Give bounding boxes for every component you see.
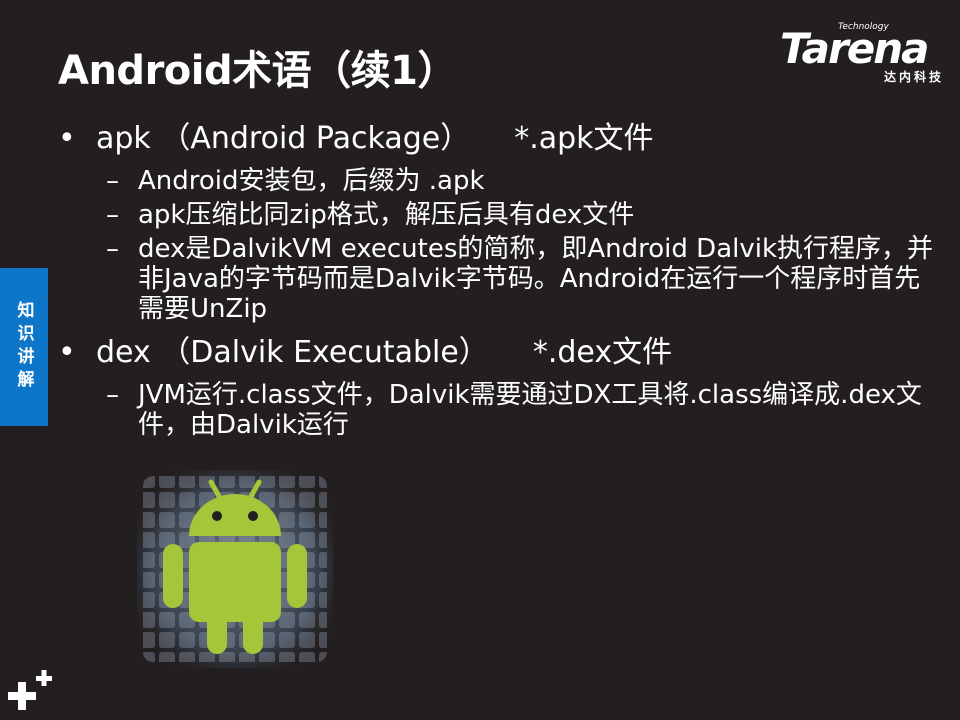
apk-sub-2: apk压缩比同zip格式，解压后具有dex文件	[138, 200, 635, 230]
bullet-apk-ext: *.apk文件	[514, 121, 654, 156]
slide: Android术语（续1） Technology Tarena 达内科技 知识讲…	[0, 0, 960, 720]
apk-sub-3: dex是DalvikVM executes的简称，即Android Dalvik…	[138, 234, 934, 324]
bullet-dex: • dex （Dalvik Executable） *.dex文件	[58, 332, 938, 374]
list-item: – JVM运行.class文件，Dalvik需要通过DX工具将.class编译成…	[58, 380, 938, 440]
dash-mark: –	[106, 166, 119, 196]
dex-sub-list: – JVM运行.class文件，Dalvik需要通过DX工具将.class编译成…	[58, 380, 938, 440]
dex-sub-1: JVM运行.class文件，Dalvik需要通过DX工具将.class编译成.d…	[138, 380, 922, 440]
logo-wordmark: Tarena	[780, 24, 929, 73]
dash-mark: –	[106, 234, 119, 264]
slide-title: Android术语（续1）	[58, 48, 457, 94]
side-tab-label: 知识讲解	[13, 301, 34, 393]
list-item: – Android安装包，后缀为 .apk	[58, 166, 938, 196]
apk-sub-list: – Android安装包，后缀为 .apk – apk压缩比同zip格式，解压后…	[58, 166, 938, 324]
bullet-apk-text: apk （Android Package）	[96, 121, 471, 156]
android-robot-icon	[137, 470, 333, 668]
bullet-apk: • apk （Android Package） *.apk文件	[58, 118, 938, 160]
side-tab: 知识讲解	[0, 268, 48, 426]
bullet-dex-ext: *.dex文件	[532, 335, 673, 370]
plus-icon	[8, 670, 52, 710]
tarena-logo: Technology Tarena 达内科技	[780, 22, 950, 86]
bullet-dex-text: dex （Dalvik Executable）	[96, 335, 489, 370]
apk-sub-1: Android安装包，后缀为 .apk	[138, 166, 485, 196]
list-item: – apk压缩比同zip格式，解压后具有dex文件	[58, 200, 938, 230]
list-item: – dex是DalvikVM executes的简称，即Android Dalv…	[58, 234, 938, 324]
dash-mark: –	[106, 200, 119, 230]
slide-content: • apk （Android Package） *.apk文件 – Android…	[58, 118, 938, 448]
logo-chinese: 达内科技	[883, 70, 944, 84]
dash-mark: –	[106, 380, 119, 410]
bullet-dot: •	[58, 335, 76, 370]
bullet-dot: •	[58, 121, 76, 156]
